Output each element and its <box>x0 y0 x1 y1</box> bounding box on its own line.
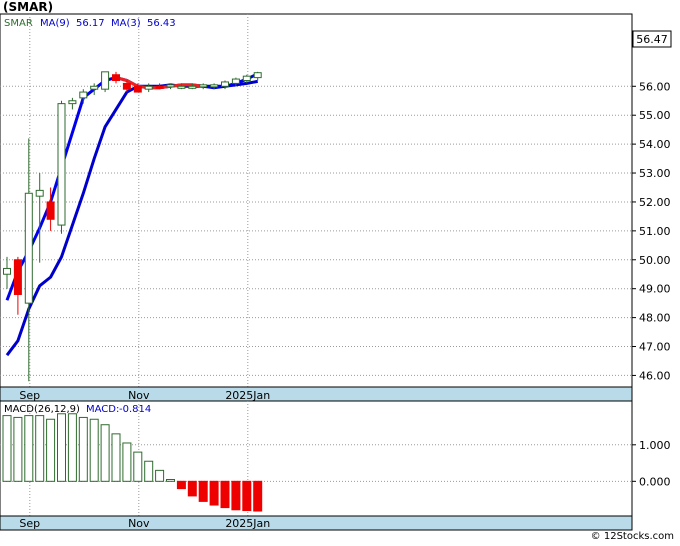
chart-svg: 46.00 47.00 48.00 49.00 50.00 51.00 52.00 53.00… <box>0 13 672 531</box>
macd-y-tick-label: 1.000 <box>639 439 671 452</box>
candle-body <box>101 71 110 90</box>
macd-x-tick-label: 2025Jan <box>225 517 270 530</box>
candle-body <box>144 85 153 90</box>
candle-body <box>57 103 66 226</box>
price-y-tick-label: 54.00 <box>639 138 671 151</box>
candle-body <box>166 84 175 88</box>
candle-body <box>68 100 77 105</box>
footer-credit: © 12Stocks.com <box>590 531 674 542</box>
candle-body <box>122 82 131 90</box>
candle-body <box>133 85 142 93</box>
macd-y-axis: 0.000 1.000 <box>632 439 671 488</box>
macd-bar <box>176 480 186 490</box>
price-x-tick-label: Sep <box>19 389 40 402</box>
candle-body <box>199 84 208 88</box>
price-x-axis-band <box>0 386 633 402</box>
macd-bar <box>166 478 175 482</box>
candle-body <box>221 81 229 87</box>
legend-ma9-value: 56.17 <box>76 18 105 29</box>
macd-bar <box>13 416 23 482</box>
macd-bar <box>133 451 143 482</box>
macd-bar <box>144 460 154 482</box>
candle-body <box>35 189 44 197</box>
candle-body <box>3 267 11 275</box>
price-y-tick-label: 53.00 <box>639 167 671 180</box>
macd-bar <box>209 480 219 506</box>
price-x-tick-label: Nov <box>128 389 150 402</box>
macd-x-axis-band <box>0 515 633 531</box>
macd-bar <box>231 480 241 511</box>
macd-legend-macd-label: MACD: <box>86 404 119 415</box>
macd-y-tick-label: 0.000 <box>639 475 671 488</box>
candle-body <box>242 75 251 82</box>
candle-body <box>253 72 262 79</box>
candle-body <box>24 192 33 304</box>
candle-body <box>188 85 197 89</box>
candle-body <box>210 84 219 88</box>
candle-body <box>90 85 99 90</box>
macd-bar <box>35 415 45 482</box>
macd-bar <box>242 480 252 512</box>
macd-bar <box>78 416 88 482</box>
candle-body <box>13 259 22 295</box>
macd-bar <box>67 413 77 482</box>
macd-bar <box>111 433 121 482</box>
macd-bar <box>24 415 34 482</box>
candle-body <box>177 85 186 89</box>
macd-bar <box>155 469 165 482</box>
candle-body <box>112 74 120 82</box>
price-y-axis: 46.00 47.00 48.00 49.00 50.00 51.00 52.00 53.00… <box>632 80 671 382</box>
macd-bar <box>57 413 66 482</box>
price-y-tick-label: 46.00 <box>639 369 671 382</box>
macd-legend-label: MACD(26,12,9) <box>4 404 80 415</box>
price-x-tick-label: 2025Jan <box>225 389 270 402</box>
macd-bar <box>187 480 197 497</box>
macd-bar <box>46 418 56 482</box>
legend-ma3-label: MA(3) <box>111 18 141 29</box>
price-y-tick-label: 51.00 <box>639 225 671 238</box>
price-y-tick-label: 48.00 <box>639 312 671 325</box>
macd-bar <box>122 442 132 482</box>
candle-body <box>79 91 88 99</box>
legend-ma9-label: MA(9) <box>40 18 70 29</box>
candle-body <box>155 85 164 89</box>
macd-x-tick-label: Nov <box>128 517 150 530</box>
candle-body <box>231 78 240 84</box>
legend-ma3-value: 56.43 <box>147 18 176 29</box>
price-y-tick-label: 47.00 <box>639 341 671 354</box>
price-y-tick-label: 52.00 <box>639 196 671 209</box>
macd-bar <box>253 480 263 512</box>
price-y-tick-label: 50.00 <box>639 254 671 267</box>
price-y-tick-label: 56.00 <box>639 80 671 93</box>
price-panel <box>0 13 633 388</box>
legend-symbol: SMAR <box>4 18 33 29</box>
last-price-label: 56.47 <box>636 33 668 46</box>
macd-legend-macd-value: -0.814 <box>119 404 151 415</box>
macd-bar <box>220 480 230 509</box>
macd-x-tick-label: Sep <box>19 517 40 530</box>
macd-bar <box>198 480 208 502</box>
macd-bar <box>100 424 110 482</box>
price-y-tick-label: 55.00 <box>639 109 671 122</box>
price-y-tick-label: 49.00 <box>639 283 671 296</box>
macd-bar <box>89 418 99 482</box>
candle-body <box>46 201 55 220</box>
macd-bar <box>2 415 12 482</box>
